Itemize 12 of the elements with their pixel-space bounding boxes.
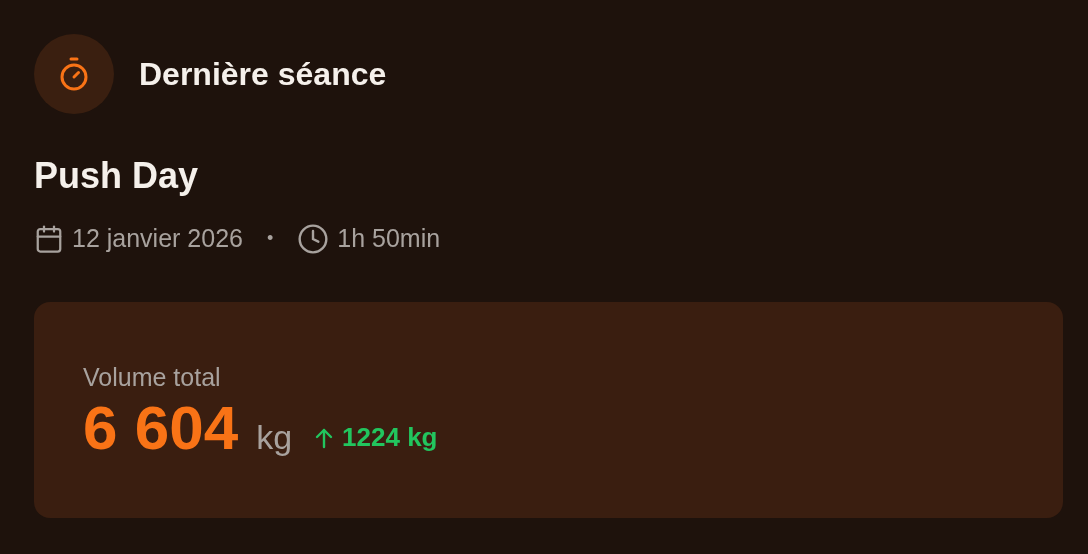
volume-delta: 1224 kg bbox=[342, 421, 438, 454]
clock-icon bbox=[297, 222, 330, 255]
volume-label: Volume total bbox=[83, 361, 222, 392]
volume-unit: kg bbox=[256, 416, 293, 458]
volume-value: 6 604 bbox=[83, 391, 239, 464]
workout-duration: 1h 50min bbox=[337, 223, 441, 254]
separator-dot: • bbox=[266, 227, 274, 251]
calendar-icon bbox=[34, 223, 64, 254]
arrow-up-icon bbox=[314, 426, 335, 449]
workout-date: 12 janvier 2026 bbox=[72, 223, 243, 254]
section-title: Dernière séance bbox=[139, 55, 387, 94]
workout-name: Push Day bbox=[34, 154, 200, 198]
